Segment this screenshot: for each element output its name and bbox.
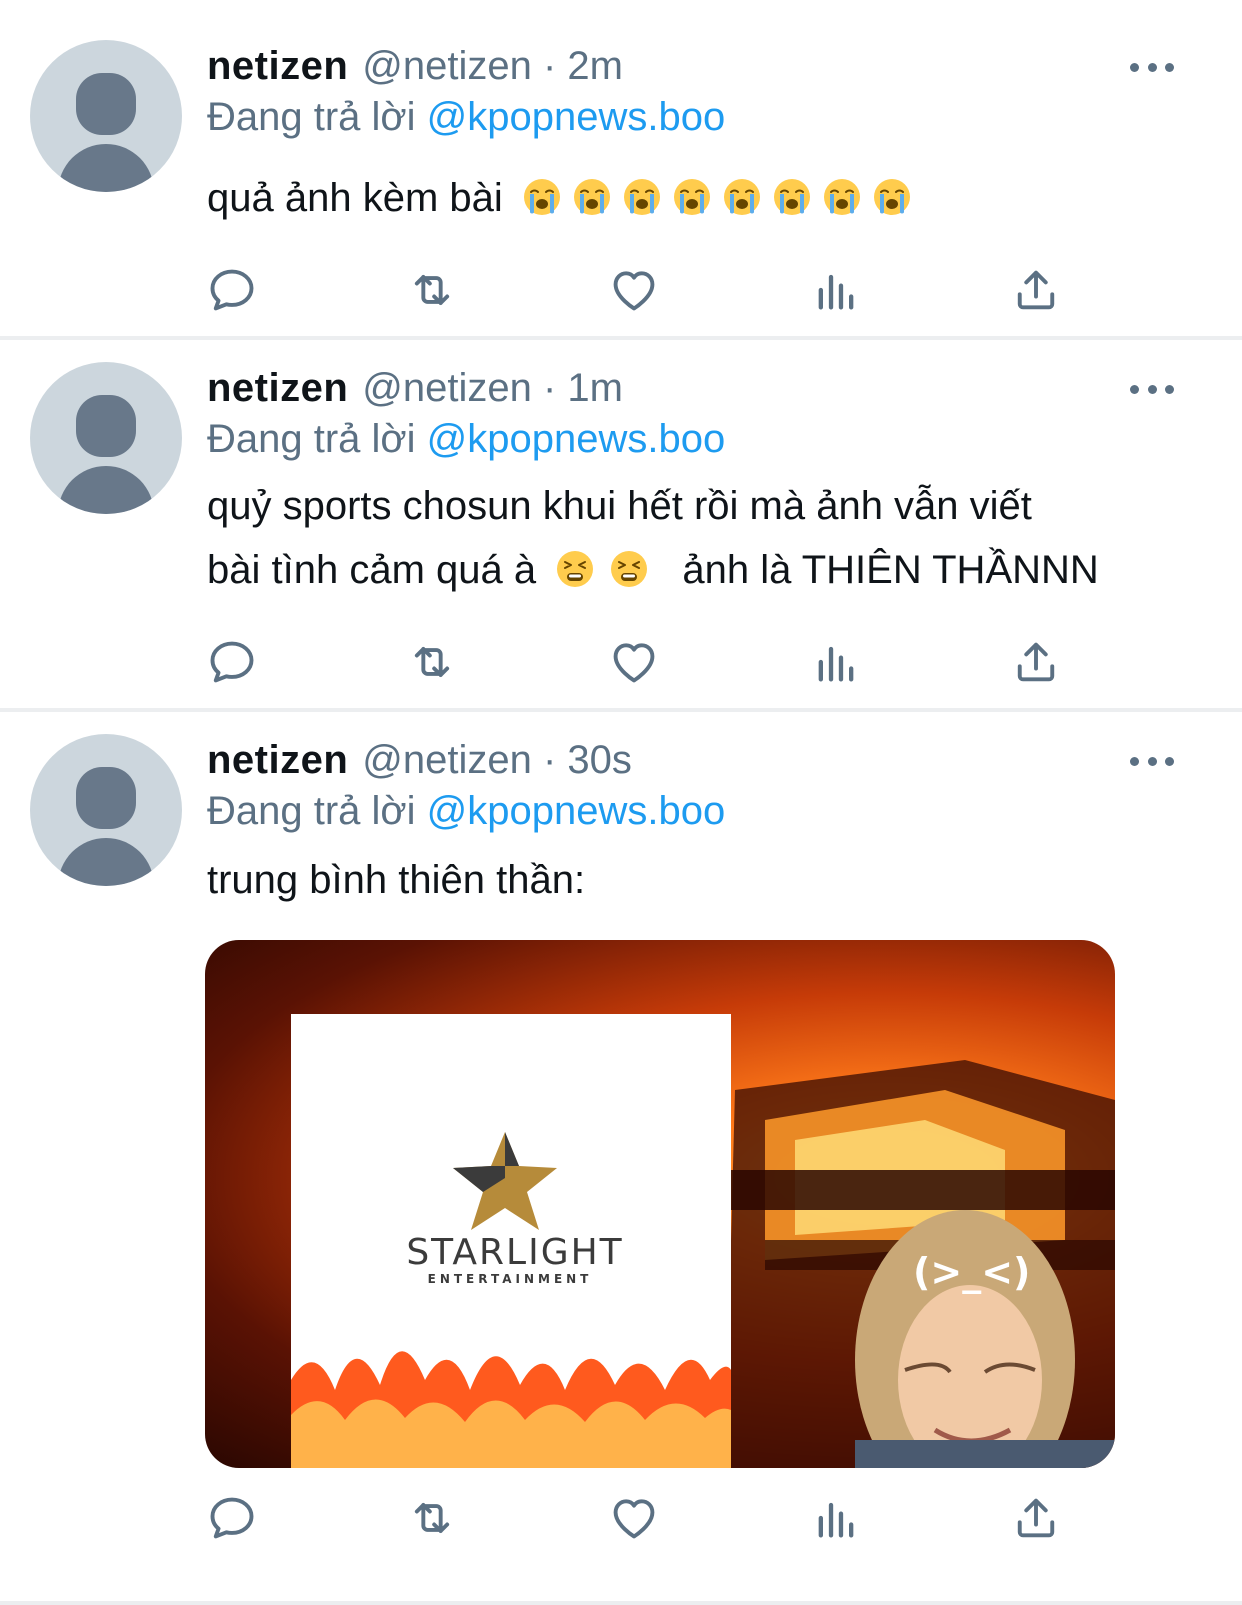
- tweet-text-line: trung bình thiên thần:: [207, 858, 586, 902]
- display-name[interactable]: netizen: [207, 366, 348, 410]
- retweet-icon[interactable]: [405, 1492, 459, 1544]
- handle-time: @netizen · 2m: [362, 44, 623, 88]
- divider: [0, 1601, 1242, 1605]
- tweet-text-segment: ảnh là THIÊN THẦNNN: [682, 548, 1099, 592]
- avatar[interactable]: [30, 40, 182, 192]
- loudly-crying-face-icon: [822, 177, 862, 217]
- avatar-head: [76, 395, 136, 457]
- avatar-head: [76, 767, 136, 829]
- loudly-crying-face-icon: [622, 177, 662, 217]
- like-icon[interactable]: [607, 264, 661, 316]
- reply-mention-link[interactable]: @kpopnews.boo: [427, 789, 726, 833]
- reply-mention-link[interactable]: @kpopnews.boo: [427, 95, 726, 139]
- tweet-header: netizen @netizen · 2m: [207, 42, 623, 90]
- emoji-row: [522, 176, 922, 220]
- tweet-3[interactable]: netizen @netizen · 30s Đang trả lời @kpop…: [0, 712, 1242, 1605]
- loudly-crying-face-icon: [572, 177, 612, 217]
- logo-wordmark: STARLIGHT: [406, 1232, 624, 1273]
- share-icon[interactable]: [1009, 1492, 1063, 1544]
- tweet-text: trung bình thiên thần:: [207, 848, 1207, 912]
- avatar[interactable]: [30, 362, 182, 514]
- handle-time: @netizen · 1m: [362, 366, 623, 410]
- reply-prefix: Đang trả lời: [207, 417, 416, 461]
- reply-prefix: Đang trả lời: [207, 789, 416, 833]
- handle-time: @netizen · 30s: [362, 738, 632, 782]
- tweet-media-image[interactable]: STARLIGHT ENTERTAINMENT (>_<): [205, 940, 1115, 1468]
- analytics-icon[interactable]: [809, 1492, 863, 1544]
- logo-subtitle: ENTERTAINMENT: [427, 1272, 593, 1286]
- tweet-text: quỷ sports chosun khui hết rồi mà ảnh vẫ…: [207, 474, 1207, 602]
- more-options-icon[interactable]: [1130, 60, 1174, 74]
- sticker-emoticon: (>_<): [913, 1250, 1031, 1294]
- share-icon[interactable]: [1009, 264, 1063, 316]
- avatar-head: [76, 73, 136, 135]
- tweet-header: netizen @netizen · 30s: [207, 736, 632, 784]
- reply-icon[interactable]: [205, 636, 259, 688]
- retweet-icon[interactable]: [405, 636, 459, 688]
- analytics-icon[interactable]: [809, 636, 863, 688]
- avatar-body: [58, 466, 154, 514]
- more-options-icon[interactable]: [1130, 382, 1174, 396]
- reply-context: Đang trả lời @kpopnews.boo: [207, 415, 725, 463]
- loudly-crying-face-icon: [522, 177, 562, 217]
- loudly-crying-face-icon: [872, 177, 912, 217]
- tweet-text-segment: bài tình cảm quá à: [207, 548, 537, 592]
- tweet-1[interactable]: netizen @netizen · 2m Đang trả lời @kpopn…: [0, 0, 1242, 336]
- tired-face-icon: [555, 549, 595, 589]
- tweet-actions: [205, 264, 1065, 316]
- share-icon[interactable]: [1009, 636, 1063, 688]
- like-icon[interactable]: [607, 636, 661, 688]
- tweet-text: quả ảnh kèm bài: [207, 166, 1207, 230]
- avatar-body: [58, 838, 154, 886]
- tweet-text-line: quỷ sports chosun khui hết rồi mà ảnh vẫ…: [207, 484, 1032, 528]
- tweet-2[interactable]: netizen @netizen · 1m Đang trả lời @kpopn…: [0, 340, 1242, 708]
- reply-icon[interactable]: [205, 1492, 259, 1544]
- tired-face-icon: [609, 549, 649, 589]
- avatar[interactable]: [30, 734, 182, 886]
- more-options-icon[interactable]: [1130, 754, 1174, 768]
- reply-prefix: Đang trả lời: [207, 95, 416, 139]
- tweet-actions: [205, 1492, 1065, 1544]
- loudly-crying-face-icon: [722, 177, 762, 217]
- analytics-icon[interactable]: [809, 264, 863, 316]
- tweet-header: netizen @netizen · 1m: [207, 364, 623, 412]
- avatar-body: [58, 144, 154, 192]
- like-icon[interactable]: [607, 1492, 661, 1544]
- reply-context: Đang trả lời @kpopnews.boo: [207, 93, 725, 141]
- tweet-text-line: quả ảnh kèm bài: [207, 176, 503, 220]
- tweet-text-line: bài tình cảm quá à ảnh là THIÊN THẦNNN: [207, 538, 1207, 602]
- meme-image: [291, 1014, 1115, 1468]
- reply-mention-link[interactable]: @kpopnews.boo: [427, 417, 726, 461]
- loudly-crying-face-icon: [772, 177, 812, 217]
- display-name[interactable]: netizen: [207, 738, 348, 782]
- retweet-icon[interactable]: [405, 264, 459, 316]
- reply-context: Đang trả lời @kpopnews.boo: [207, 787, 725, 835]
- loudly-crying-face-icon: [672, 177, 712, 217]
- display-name[interactable]: netizen: [207, 44, 348, 88]
- tweet-actions: [205, 636, 1065, 688]
- reply-icon[interactable]: [205, 264, 259, 316]
